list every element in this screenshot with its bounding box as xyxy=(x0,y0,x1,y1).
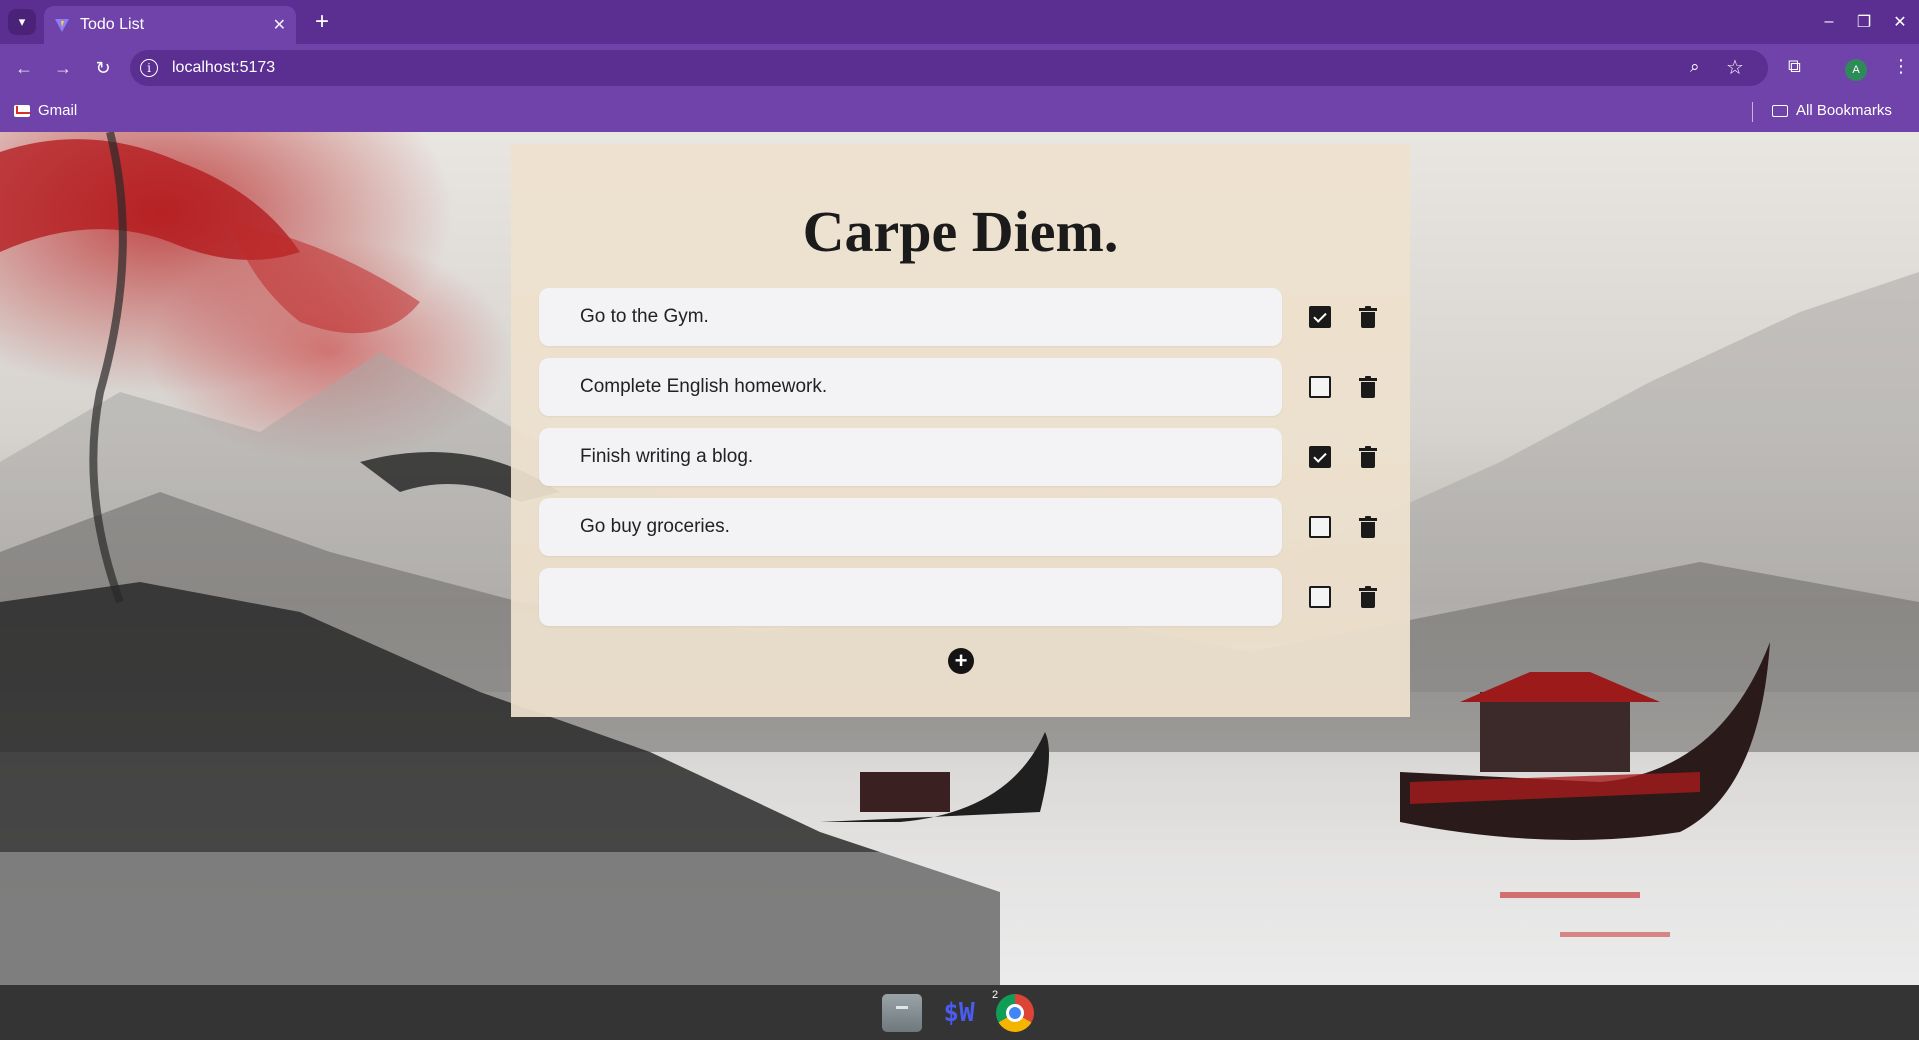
browser-toolbar: ← → ↻ i localhost:5173 ⌕ ☆ ⧉ A ⋮ xyxy=(0,44,1919,92)
restore-icon[interactable]: ❐ xyxy=(1852,10,1876,34)
vite-favicon-icon xyxy=(55,19,69,32)
window-close-icon[interactable]: ✕ xyxy=(1888,10,1912,34)
chrome-icon xyxy=(996,994,1034,1032)
minimize-icon[interactable]: – xyxy=(1817,10,1841,34)
trash-icon[interactable] xyxy=(1359,516,1377,538)
files-app-button[interactable] xyxy=(878,990,926,1036)
todo-checkbox[interactable] xyxy=(1309,586,1331,608)
todo-text-field[interactable]: Complete English homework. xyxy=(539,358,1282,416)
todo-text-field[interactable]: Finish writing a blog. xyxy=(539,428,1282,486)
url-text: localhost:5173 xyxy=(172,59,276,76)
bookmark-gmail[interactable]: Gmail xyxy=(14,102,77,119)
all-bookmarks-label: All Bookmarks xyxy=(1796,102,1892,119)
todo-card: Carpe Diem. Go to the Gym. Complete Engl… xyxy=(511,144,1410,717)
browser-menu-icon[interactable]: ⋮ xyxy=(1892,56,1910,77)
tab-close-icon[interactable]: ✕ xyxy=(273,15,286,35)
trash-icon[interactable] xyxy=(1359,586,1377,608)
todo-text-field[interactable]: Go to the Gym. xyxy=(539,288,1282,346)
browser-tab[interactable]: Todo List ✕ xyxy=(44,6,296,44)
trash-icon[interactable] xyxy=(1359,446,1377,468)
site-info-icon[interactable]: i xyxy=(140,59,158,77)
back-icon[interactable]: ← xyxy=(11,55,37,81)
extensions-icon[interactable]: ⧉ xyxy=(1788,56,1801,77)
window-count-badge: 2 xyxy=(992,989,999,1001)
zoom-icon[interactable]: ⌕ xyxy=(1690,57,1700,77)
chrome-app-button[interactable] xyxy=(991,990,1039,1036)
folder-icon xyxy=(1772,104,1788,117)
bookmarks-divider xyxy=(1752,102,1753,122)
page-title: Carpe Diem. xyxy=(802,199,1119,264)
browser-tab-bar: ▾ Todo List ✕ + – ❐ ✕ xyxy=(0,0,1919,44)
sw-icon: $W xyxy=(943,998,975,1028)
files-icon xyxy=(882,994,922,1032)
bookmarks-bar: Gmail All Bookmarks xyxy=(0,92,1919,132)
tab-search-button[interactable]: ▾ xyxy=(8,9,36,35)
todo-row xyxy=(539,568,1383,626)
new-tab-button[interactable]: + xyxy=(308,8,336,36)
todo-text-field[interactable] xyxy=(539,568,1282,626)
profile-avatar[interactable]: A xyxy=(1845,59,1867,81)
bookmark-gmail-label: Gmail xyxy=(38,102,78,119)
todo-checkbox[interactable] xyxy=(1309,446,1331,468)
todo-row: Go to the Gym. xyxy=(539,288,1383,346)
taskbar: $W xyxy=(0,985,1919,1040)
all-bookmarks-button[interactable]: All Bookmarks xyxy=(1772,102,1892,119)
sw-app-button[interactable]: $W xyxy=(935,990,983,1036)
todo-text-field[interactable]: Go buy groceries. xyxy=(539,498,1282,556)
plus-circle-icon[interactable]: + xyxy=(948,648,974,674)
todo-row: Go buy groceries. xyxy=(539,498,1383,556)
todo-row: Finish writing a blog. xyxy=(539,428,1383,486)
bookmark-star-icon[interactable]: ☆ xyxy=(1726,55,1744,80)
page-viewport: Carpe Diem. Go to the Gym. Complete Engl… xyxy=(0,132,1919,985)
todo-checkbox[interactable] xyxy=(1309,306,1331,328)
todo-checkbox[interactable] xyxy=(1309,516,1331,538)
forward-icon[interactable]: → xyxy=(50,55,76,81)
todo-checkbox[interactable] xyxy=(1309,376,1331,398)
reload-icon[interactable]: ↻ xyxy=(90,55,116,81)
tab-title: Todo List xyxy=(80,16,145,33)
gmail-icon xyxy=(14,104,30,117)
trash-icon[interactable] xyxy=(1359,306,1377,328)
todo-row: Complete English homework. xyxy=(539,358,1383,416)
address-bar[interactable]: i localhost:5173 ⌕ ☆ xyxy=(130,50,1768,86)
trash-icon[interactable] xyxy=(1359,376,1377,398)
